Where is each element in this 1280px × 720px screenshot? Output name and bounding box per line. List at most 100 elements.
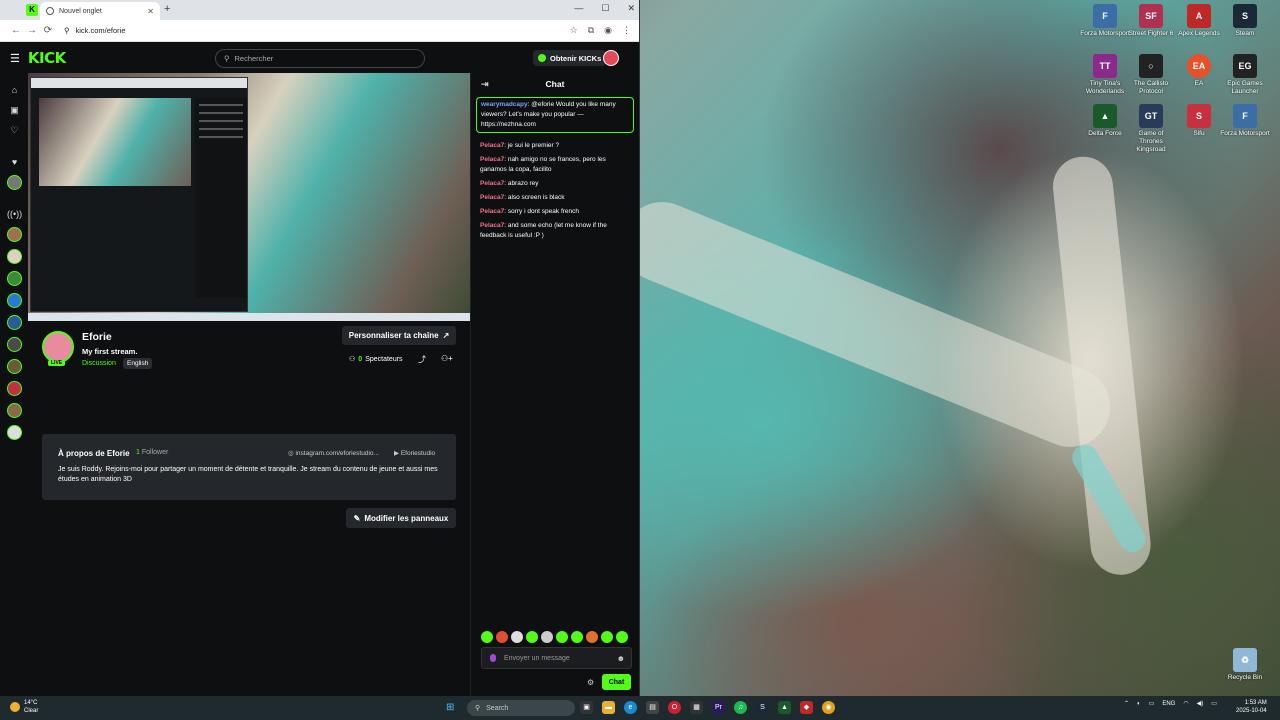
new-tab-button[interactable]: + xyxy=(164,3,170,15)
chat-username[interactable]: Pelaca7 xyxy=(480,142,504,149)
chat-message-input[interactable]: Envoyer un message ☻ xyxy=(481,647,632,669)
url-field[interactable]: ⚲ kick.com/eforie xyxy=(64,26,570,35)
browser-tab[interactable]: Nouvel onglet ✕ xyxy=(40,2,160,20)
emote-icon[interactable] xyxy=(556,631,568,643)
channel-avatar[interactable] xyxy=(42,331,74,363)
chat-message[interactable]: Pelaca7: and some echo (let me know if t… xyxy=(471,219,639,243)
stream-video-player[interactable] xyxy=(28,73,470,321)
chat-username[interactable]: Pelaca7 xyxy=(480,208,504,215)
live-icon[interactable]: ((•)) xyxy=(7,207,22,222)
desktop-icon-steam[interactable]: S Steam xyxy=(1220,4,1270,38)
sidebar-avatar[interactable] xyxy=(7,175,22,190)
home-icon[interactable]: ⌂ xyxy=(7,83,22,98)
sidebar-channel-avatar[interactable] xyxy=(7,403,22,418)
user-avatar[interactable] xyxy=(603,50,619,66)
desktop-icon-forza-2[interactable]: F Forza Motorsport xyxy=(1220,104,1270,138)
task-view-icon[interactable]: ▣ xyxy=(580,701,593,714)
desktop-icon-forza[interactable]: F Forza Motorsport xyxy=(1080,4,1130,38)
emoji-icon[interactable]: ☻ xyxy=(617,654,625,663)
emote-icon[interactable] xyxy=(481,631,493,643)
instagram-link[interactable]: ◎ instagram.com/eforiestudio... xyxy=(288,449,379,457)
chat-message-highlighted[interactable]: wearymadcapy: @eforie Would you like man… xyxy=(476,97,634,133)
emote-icon[interactable] xyxy=(601,631,613,643)
menu-icon[interactable]: ⋮ xyxy=(622,25,631,36)
sidebar-channel-avatar[interactable] xyxy=(7,227,22,242)
volume-icon[interactable]: ◀) xyxy=(1197,700,1204,707)
sidebar-channel-avatar[interactable] xyxy=(7,293,22,308)
desktop-icon-epic[interactable]: EG Epic Games Launcher xyxy=(1220,54,1270,96)
desktop-icon-ea[interactable]: EA EA xyxy=(1174,54,1224,88)
hamburger-menu-icon[interactable]: ☰ xyxy=(10,52,20,65)
edge-icon[interactable]: e xyxy=(624,701,637,714)
file-explorer-icon[interactable]: ▬ xyxy=(602,701,615,714)
sidebar-channel-avatar[interactable] xyxy=(7,315,22,330)
desktop-icon-tiny-tina[interactable]: TT Tiny Tina's Wonderlands xyxy=(1080,54,1130,96)
language-indicator[interactable]: ENG xyxy=(1162,701,1175,707)
emote-icon[interactable] xyxy=(526,631,538,643)
premiere-icon[interactable]: Pr xyxy=(712,701,725,714)
desktop-icon-street-fighter[interactable]: SF Street Fighter 6 xyxy=(1126,4,1176,38)
profile-icon[interactable]: ◉ xyxy=(604,25,612,36)
favorites-icon[interactable]: ♥ xyxy=(7,155,22,170)
tray-app-icon[interactable]: ◐ xyxy=(1137,701,1141,707)
chat-message[interactable]: Pelaca7: nah amigo no se frances, pero l… xyxy=(471,153,639,177)
emote-icon[interactable] xyxy=(616,631,628,643)
emote-icon[interactable] xyxy=(541,631,553,643)
sidebar-channel-avatar[interactable] xyxy=(7,359,22,374)
following-icon[interactable]: ♡ xyxy=(7,123,22,138)
browse-icon[interactable]: ▣ xyxy=(7,103,22,118)
minimize-icon[interactable]: — xyxy=(574,3,583,14)
chat-username[interactable]: Pelaca7 xyxy=(480,180,504,187)
back-icon[interactable]: ← xyxy=(8,25,24,36)
gear-icon[interactable]: ⚙ xyxy=(587,678,594,687)
chat-message[interactable]: Pelaca7: also screen is black xyxy=(471,191,639,205)
emote-icon[interactable] xyxy=(511,631,523,643)
language-tag[interactable]: English xyxy=(123,358,153,369)
chat-message[interactable]: Pelaca7: je sui le premier ? xyxy=(471,139,639,153)
battery-icon[interactable]: ▭ xyxy=(1211,700,1217,707)
collapse-chat-icon[interactable]: ⇥ xyxy=(481,79,489,90)
wifi-icon[interactable]: ◠ xyxy=(1183,700,1188,707)
share-icon[interactable]: ⤴ xyxy=(418,354,426,365)
stream-category[interactable]: Discussion xyxy=(82,360,116,367)
spotify-icon[interactable]: ♫ xyxy=(734,701,747,714)
sidebar-channel-avatar[interactable] xyxy=(7,337,22,352)
chevron-up-icon[interactable]: ⌃ xyxy=(1124,700,1129,707)
desktop-icon-sifu[interactable]: S Sifu xyxy=(1174,104,1224,138)
personalize-channel-button[interactable]: Personnaliser ta chaîne ↗ xyxy=(342,326,456,345)
get-kicks-button[interactable]: Obtenir KICKs xyxy=(533,50,607,66)
store-icon[interactable]: ▤ xyxy=(646,701,659,714)
edit-panels-button[interactable]: ✎ Modifier les panneaux xyxy=(346,508,456,528)
clock[interactable]: 1:53 AM 2025-10-04 xyxy=(1236,699,1267,715)
taskbar-search[interactable]: ⚲ Search xyxy=(467,700,575,716)
chat-username[interactable]: Pelaca7 xyxy=(480,156,504,163)
sidebar-channel-avatar[interactable] xyxy=(7,425,22,440)
youtube-link[interactable]: ▶ Eforiestudio xyxy=(394,449,435,457)
opera-icon[interactable]: O xyxy=(668,701,681,714)
sidebar-channel-avatar[interactable] xyxy=(7,271,22,286)
desktop-icon-recycle-bin[interactable]: ♻ Recycle Bin xyxy=(1220,648,1270,682)
desktop-icon-delta-force[interactable]: ▲ Delta Force xyxy=(1080,104,1130,138)
app-icon[interactable]: ◆ xyxy=(800,701,813,714)
steam-icon[interactable]: S xyxy=(756,701,769,714)
chat-username[interactable]: Pelaca7 xyxy=(480,222,504,229)
search-input[interactable]: ⚲ Rechercher xyxy=(215,49,425,68)
delta-force-icon[interactable]: ▲ xyxy=(778,701,791,714)
windows-start-icon[interactable]: ⊞ xyxy=(446,702,458,714)
desktop-icon-got[interactable]: GT Game of Thrones Kingsroad xyxy=(1126,104,1176,154)
emote-icon[interactable] xyxy=(571,631,583,643)
chat-username[interactable]: wearymadcapy xyxy=(481,101,528,108)
sidebar-channel-avatar[interactable] xyxy=(7,381,22,396)
star-icon[interactable]: ☆ xyxy=(570,25,578,36)
desktop-icon-callisto[interactable]: ○ The Callisto Protocol xyxy=(1126,54,1176,96)
sidebar-channel-avatar[interactable] xyxy=(7,249,22,264)
forward-icon[interactable]: → xyxy=(24,25,40,36)
chat-message[interactable]: Pelaca7: abrazo rey xyxy=(471,177,639,191)
chrome-icon[interactable]: ◉ xyxy=(822,701,835,714)
close-icon[interactable]: ✕ xyxy=(147,7,154,16)
add-user-icon[interactable]: ⚇+ xyxy=(441,354,453,363)
app-icon[interactable]: ▦ xyxy=(690,701,703,714)
chat-send-button[interactable]: Chat xyxy=(602,674,631,690)
channel-name[interactable]: Eforie xyxy=(82,331,112,343)
site-info-icon[interactable]: ⚲ xyxy=(64,26,70,35)
